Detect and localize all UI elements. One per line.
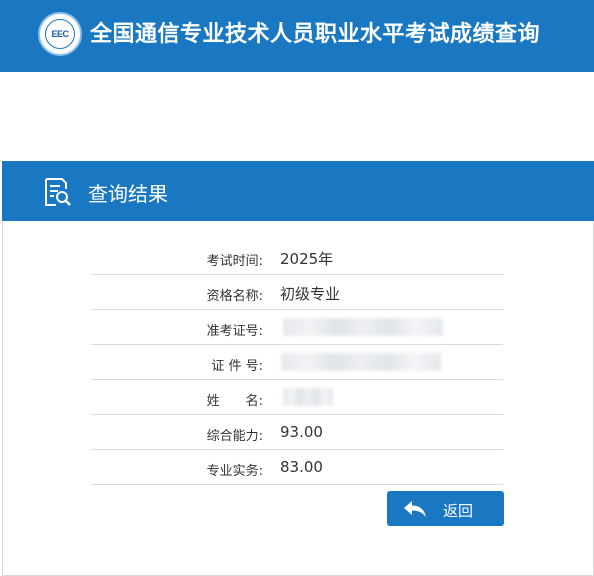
- row-label: 专业实务:: [206, 464, 263, 479]
- row-value: 2025年: [280, 250, 334, 268]
- result-row-qualification: 资格名称: 初级专业: [91, 275, 503, 310]
- panel-title: 查询结果: [88, 182, 168, 206]
- site-header: EEC 全国通信专业技术人员职业水平考试成绩查询: [0, 0, 594, 72]
- row-value: 93.00: [280, 423, 323, 441]
- row-label: 考试时间:: [206, 254, 263, 269]
- back-button[interactable]: 返回: [387, 491, 504, 526]
- row-label: 准考证号:: [206, 324, 263, 339]
- redacted-value: [283, 318, 443, 336]
- result-row-exam-time: 考试时间: 2025年: [91, 240, 503, 275]
- result-row-professional-practice: 专业实务: 83.00: [91, 450, 503, 485]
- back-button-label: 返回: [443, 502, 474, 520]
- eec-logo: EEC: [38, 12, 82, 56]
- back-arrow-icon: [404, 501, 426, 517]
- row-label: 综合能力:: [206, 429, 263, 444]
- result-row-id-number: 证 件 号:: [91, 345, 503, 380]
- row-label: 证 件 号:: [211, 359, 263, 374]
- row-label: 姓 名:: [206, 394, 263, 409]
- site-title: 全国通信专业技术人员职业水平考试成绩查询: [90, 22, 541, 47]
- result-row-name: 姓 名:: [91, 380, 503, 415]
- redacted-value: [281, 353, 441, 371]
- result-row-comprehensive-ability: 综合能力: 93.00: [91, 415, 503, 450]
- redacted-value: [283, 388, 333, 406]
- results-panel-header: 查询结果: [2, 161, 594, 221]
- row-value: 83.00: [280, 458, 323, 476]
- row-label: 资格名称:: [206, 289, 263, 304]
- result-row-admission-number: 准考证号:: [91, 310, 503, 345]
- logo-text: EEC: [45, 19, 75, 49]
- document-search-icon: [45, 178, 71, 206]
- row-value: 初级专业: [280, 285, 341, 303]
